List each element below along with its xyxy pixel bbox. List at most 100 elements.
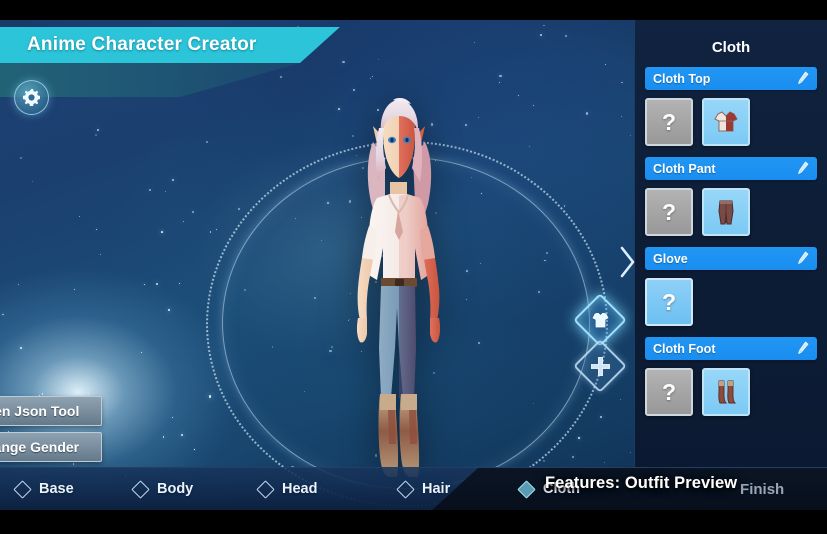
cloth-category: Cloth Pant? xyxy=(645,157,817,236)
cloth-category: Glove? xyxy=(645,247,817,326)
background-particle xyxy=(73,289,75,290)
background-particle xyxy=(31,181,33,183)
cloth-panel: Cloth Cloth Top? Cloth Pant? Glove? Cloth F… xyxy=(620,20,827,482)
finish-button[interactable]: Finish xyxy=(740,481,784,498)
background-particle xyxy=(314,297,317,299)
background-particle xyxy=(604,63,606,65)
panel-collapse-chevron[interactable] xyxy=(619,242,637,282)
background-particle xyxy=(183,220,185,222)
background-particle xyxy=(209,230,212,233)
boots-thumbnail xyxy=(718,380,737,404)
background-particle xyxy=(353,88,355,91)
background-particle xyxy=(546,251,549,254)
background-particle xyxy=(72,463,74,465)
background-particle xyxy=(378,59,380,60)
background-particle xyxy=(465,123,468,126)
tile-none[interactable]: ? xyxy=(645,278,693,326)
category-label: Cloth Top xyxy=(653,71,711,86)
background-particle xyxy=(179,283,181,285)
category-label: Glove xyxy=(653,251,688,266)
background-particle xyxy=(171,417,174,419)
background-particle xyxy=(563,205,565,207)
letterbox-bottom xyxy=(0,510,827,534)
background-particle xyxy=(542,459,545,462)
diamond-icon xyxy=(131,479,150,499)
category-header-cloth-top[interactable]: Cloth Top xyxy=(645,67,817,90)
background-particle xyxy=(528,145,530,147)
category-label: Cloth Pant xyxy=(653,161,716,176)
tile-question-label: ? xyxy=(661,288,677,315)
outfit-gizmo[interactable] xyxy=(573,293,627,347)
open-json-tool-button[interactable]: Open Json Tool xyxy=(0,396,102,426)
panel-title: Cloth xyxy=(711,39,751,56)
tile-pants-thumbnail[interactable] xyxy=(702,188,750,236)
background-particle xyxy=(630,451,632,453)
background-particle xyxy=(532,104,534,106)
move-gizmo[interactable] xyxy=(573,339,627,393)
cloth-category: Cloth Foot? xyxy=(645,337,817,416)
background-particle xyxy=(168,309,171,312)
category-label: Cloth Foot xyxy=(653,341,716,356)
diamond-icon xyxy=(517,479,536,499)
background-particle xyxy=(18,283,20,286)
background-particle xyxy=(564,34,568,38)
background-particle xyxy=(96,229,98,231)
background-particle xyxy=(243,289,246,292)
nav-tab-head[interactable]: Head xyxy=(256,479,318,499)
category-header-cloth-foot[interactable]: Cloth Foot xyxy=(645,337,817,360)
letterbox-top xyxy=(0,0,827,20)
background-particle xyxy=(477,116,479,118)
character-model[interactable] xyxy=(333,98,463,488)
background-particle xyxy=(539,34,543,37)
diamond-icon xyxy=(396,479,415,499)
pencil-icon xyxy=(798,71,809,84)
pencil-icon xyxy=(798,161,809,174)
settings-button[interactable] xyxy=(14,80,49,115)
background-particle xyxy=(162,436,165,438)
background-particle xyxy=(572,456,574,458)
nav-tab-base[interactable]: Base xyxy=(13,479,74,499)
shirt-thumbnail xyxy=(714,111,738,132)
feature-caption-overlay: Features: Outfit Preview xyxy=(545,474,738,492)
tile-none[interactable]: ? xyxy=(645,368,693,416)
shirt-icon xyxy=(592,312,608,327)
background-particle xyxy=(79,216,80,218)
background-particle xyxy=(621,116,623,118)
background-particle xyxy=(160,230,163,233)
category-header-cloth-pant[interactable]: Cloth Pant xyxy=(645,157,817,180)
tile-none[interactable]: ? xyxy=(645,188,693,236)
background-particle xyxy=(95,134,97,136)
move-cross-icon xyxy=(590,356,610,376)
nav-tab-label: Head xyxy=(282,481,318,497)
tile-boots-thumbnail[interactable] xyxy=(702,368,750,416)
background-particle xyxy=(538,290,541,293)
background-particle xyxy=(465,270,468,272)
category-header-glove[interactable]: Glove xyxy=(645,247,817,270)
background-particle xyxy=(19,157,22,160)
nav-tab-body[interactable]: Body xyxy=(131,479,194,499)
background-particle xyxy=(327,201,330,204)
background-particle xyxy=(140,351,143,354)
background-particle xyxy=(600,416,603,419)
background-particle xyxy=(372,76,374,77)
background-particle xyxy=(473,42,475,44)
tile-question-label: ? xyxy=(661,378,677,405)
pencil-icon xyxy=(798,341,809,354)
change-gender-button[interactable]: Change Gender xyxy=(0,432,102,462)
background-particle xyxy=(578,437,580,439)
background-particle xyxy=(208,395,211,398)
background-particle xyxy=(543,24,545,26)
background-particle xyxy=(304,390,306,392)
background-particle xyxy=(629,134,631,136)
background-particle xyxy=(272,346,274,348)
background-particle xyxy=(96,128,99,131)
nav-tab-label: Body xyxy=(157,481,194,497)
background-particle xyxy=(148,188,152,191)
background-particle xyxy=(478,341,481,344)
background-particle xyxy=(499,82,501,84)
background-particle xyxy=(585,112,589,115)
background-particle xyxy=(499,75,502,78)
tile-none[interactable]: ? xyxy=(645,98,693,146)
gear-icon xyxy=(23,89,40,106)
tile-shirt-thumbnail[interactable] xyxy=(702,98,750,146)
